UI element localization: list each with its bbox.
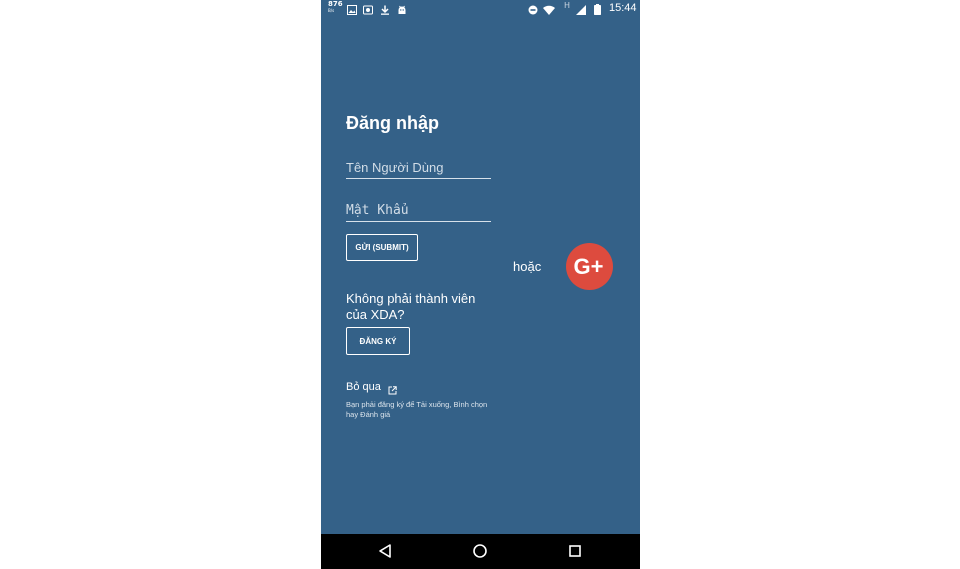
username-field[interactable] <box>346 156 491 179</box>
do-not-disturb-icon <box>528 2 538 20</box>
signal-icon <box>576 2 586 20</box>
external-link-icon[interactable] <box>388 382 397 400</box>
skip-note: Bạn phải đăng ký để Tải xuống, Bình chọn… <box>346 400 488 419</box>
skip-link[interactable]: Bỏ qua <box>346 381 381 393</box>
google-plus-icon: G+ <box>574 254 604 279</box>
signup-prompt: Không phải thành viên của XDA? <box>346 291 476 322</box>
home-icon[interactable] <box>472 543 488 564</box>
login-title: Đăng nhập <box>346 113 439 133</box>
network-speed: 876 <box>328 0 343 8</box>
recents-icon[interactable] <box>568 543 582 564</box>
wifi-icon <box>543 2 555 20</box>
android-icon <box>397 2 407 20</box>
google-plus-login-button[interactable]: G+ <box>566 243 613 290</box>
navigation-bar <box>321 534 640 569</box>
download-icon <box>380 2 390 20</box>
screenshot-icon <box>363 2 373 20</box>
signal-type: H <box>564 1 571 10</box>
or-label: hoặc <box>513 259 542 274</box>
image-icon <box>347 2 357 20</box>
back-icon[interactable] <box>378 543 392 564</box>
battery-icon <box>594 2 601 20</box>
clock: 15:44 <box>609 2 637 14</box>
network-speed-unit: B/s <box>328 8 335 13</box>
password-field[interactable] <box>346 199 491 222</box>
status-bar: 876 B/s H 15:44 <box>321 0 640 17</box>
google-plus-label: G+ <box>574 254 604 279</box>
phone-screen: 876 B/s H 15:44 Đăng nhập GỬI (SU <box>321 0 640 569</box>
submit-button[interactable]: GỬI (SUBMIT) <box>346 234 418 261</box>
signup-button[interactable]: ĐĂNG KÝ <box>346 327 410 355</box>
